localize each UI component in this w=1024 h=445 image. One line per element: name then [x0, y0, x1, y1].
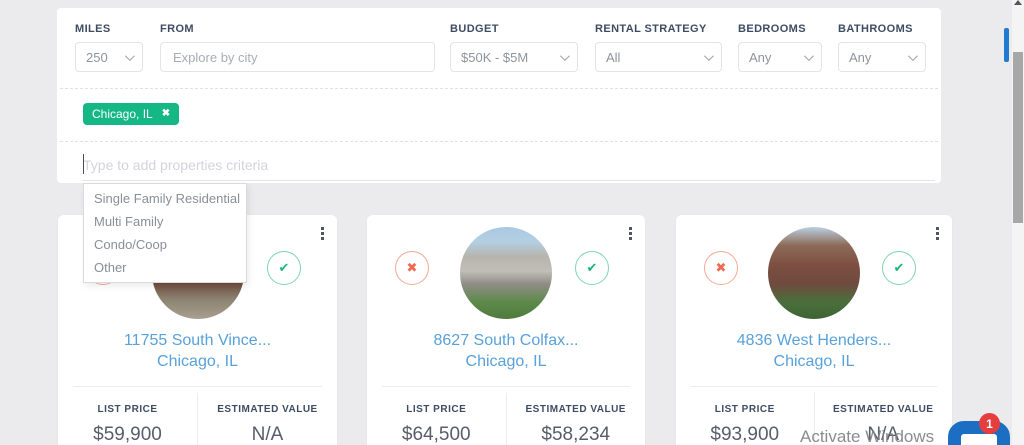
divider: [691, 386, 937, 387]
property-stats: LIST PRICE $64,500 ESTIMATED VALUE $58,2…: [367, 393, 645, 445]
estimated-value-label: ESTIMATED VALUE: [507, 404, 646, 415]
address-line2[interactable]: Chicago, IL: [367, 351, 645, 372]
property-type-dropdown: Single Family Residential Multi Family C…: [83, 183, 247, 283]
divider: [73, 386, 322, 387]
bathrooms-select-value: Any: [849, 50, 871, 65]
scroll-up-arrow-icon[interactable]: [1014, 0, 1022, 5]
card-menu-icon[interactable]: [319, 225, 326, 242]
estimated-value-value: $58,234: [507, 424, 646, 445]
from-label: FROM: [160, 23, 194, 35]
reject-property-button[interactable]: ✖: [395, 251, 429, 285]
bathrooms-select[interactable]: Any: [838, 42, 926, 72]
address-line1[interactable]: 8627 South Colfax...: [367, 330, 645, 351]
budget-select[interactable]: $50K - $5M: [450, 42, 578, 72]
inner-scrollbar-thumb[interactable]: [1004, 28, 1009, 62]
miles-label: MILES: [75, 23, 111, 35]
property-address: 8627 South Colfax... Chicago, IL: [367, 330, 645, 372]
dropdown-option-condo-coop[interactable]: Condo/Coop: [84, 233, 246, 256]
chevron-down-icon: [908, 51, 918, 61]
estimated-value-label: ESTIMATED VALUE: [198, 404, 337, 415]
remove-tag-icon[interactable]: ✖: [162, 109, 170, 119]
property-address: 11755 South Vince... Chicago, IL: [58, 330, 337, 372]
chevron-down-icon: [560, 51, 570, 61]
chevron-down-icon: [125, 51, 135, 61]
dropdown-option-single-family[interactable]: Single Family Residential: [84, 187, 246, 210]
accept-property-button[interactable]: ✔: [882, 251, 916, 285]
criteria-input[interactable]: [83, 150, 935, 180]
card-menu-icon[interactable]: [934, 225, 941, 242]
from-city-input[interactable]: [160, 42, 435, 72]
miles-select[interactable]: 250: [75, 42, 143, 72]
address-line2[interactable]: Chicago, IL: [676, 351, 952, 372]
list-price-label: LIST PRICE: [676, 404, 814, 415]
browser-scrollbar-thumb[interactable]: [1013, 52, 1023, 223]
chat-notification-badge: 1: [979, 413, 1000, 434]
text-cursor: [83, 154, 84, 174]
bedrooms-label: BEDROOMS: [738, 23, 806, 35]
list-price-value: $64,500: [367, 424, 506, 445]
list-price-value: $59,900: [58, 424, 197, 445]
rental-strategy-select[interactable]: All: [595, 42, 722, 72]
criteria-input-wrap: [83, 150, 935, 181]
address-line1[interactable]: 11755 South Vince...: [58, 330, 337, 351]
dropdown-option-multi-family[interactable]: Multi Family: [84, 210, 246, 233]
property-card: ✖ ✔ 8627 South Colfax... Chicago, IL LIS…: [367, 215, 645, 445]
list-price-label: LIST PRICE: [58, 404, 197, 415]
miles-select-value: 250: [86, 50, 108, 65]
divider: [60, 88, 938, 89]
property-stats: LIST PRICE $59,900 ESTIMATED VALUE N/A: [58, 393, 337, 445]
property-address: 4836 West Henders... Chicago, IL: [676, 330, 952, 372]
dropdown-option-other[interactable]: Other: [84, 256, 246, 279]
location-tag-label: Chicago, IL: [92, 107, 153, 121]
chevron-down-icon: [704, 51, 714, 61]
property-photo[interactable]: [460, 227, 552, 319]
location-tag-chicago[interactable]: Chicago, IL ✖: [83, 103, 179, 125]
filters-panel: MILES 250 FROM BUDGET $50K - $5M RENTAL …: [57, 8, 941, 183]
activate-windows-watermark: Activate Windows: [800, 427, 934, 445]
estimated-value-value: N/A: [198, 424, 337, 445]
address-line2[interactable]: Chicago, IL: [58, 351, 337, 372]
estimated-value-label: ESTIMATED VALUE: [815, 404, 953, 415]
reject-property-button[interactable]: ✖: [704, 251, 738, 285]
page-root: MILES 250 FROM BUDGET $50K - $5M RENTAL …: [0, 0, 1024, 445]
browser-scrollbar[interactable]: [1012, 0, 1024, 445]
budget-label: BUDGET: [450, 23, 499, 35]
list-price-value: $93,900: [676, 424, 814, 445]
divider: [382, 386, 630, 387]
accept-property-button[interactable]: ✔: [575, 251, 609, 285]
budget-select-value: $50K - $5M: [461, 50, 528, 65]
list-price-label: LIST PRICE: [367, 404, 506, 415]
rental-strategy-label: RENTAL STRATEGY: [595, 23, 707, 35]
address-line1[interactable]: 4836 West Henders...: [676, 330, 952, 351]
accept-property-button[interactable]: ✔: [267, 251, 301, 285]
bathrooms-label: BATHROOMS: [838, 23, 913, 35]
property-card: ✖ ✔ 4836 West Henders... Chicago, IL LIS…: [676, 215, 952, 445]
property-photo[interactable]: [768, 227, 860, 319]
divider: [60, 141, 938, 142]
card-menu-icon[interactable]: [627, 225, 634, 242]
chevron-down-icon: [804, 51, 814, 61]
rental-strategy-select-value: All: [606, 50, 620, 65]
bedrooms-select[interactable]: Any: [738, 42, 822, 72]
bedrooms-select-value: Any: [749, 50, 771, 65]
